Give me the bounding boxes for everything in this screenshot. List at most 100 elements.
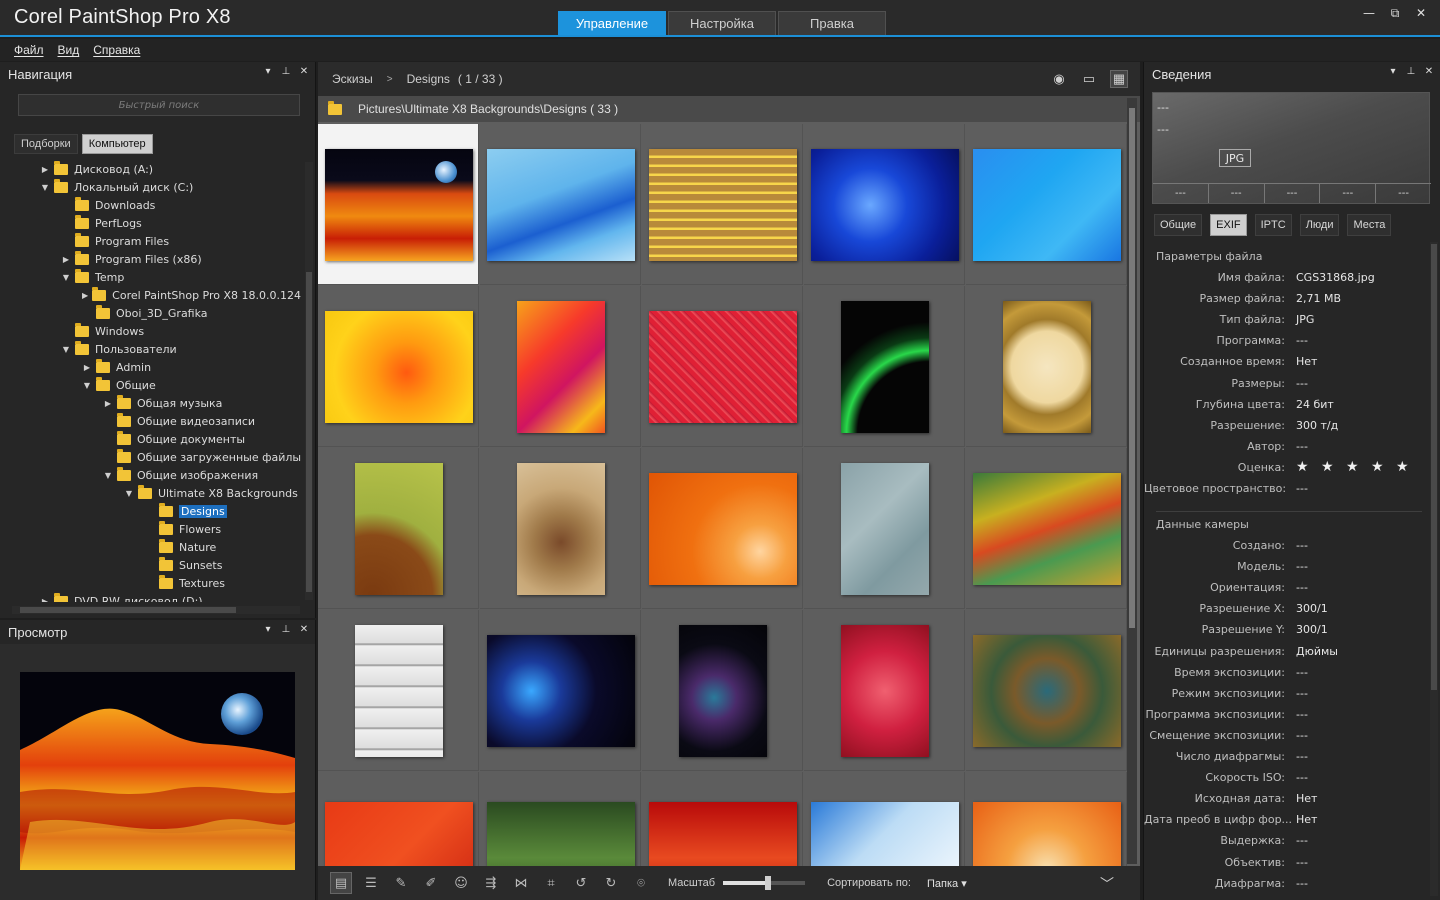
tree-item[interactable]: Общие документы [0,430,304,448]
tree-item[interactable]: Nature [0,538,304,556]
thumbnail-cell[interactable] [318,448,479,609]
tab-exif[interactable]: EXIF [1210,214,1247,236]
menu-file[interactable]: Файл [14,43,44,57]
tree-item[interactable]: Sunsets [0,556,304,574]
tab-iptc[interactable]: IPTC [1254,214,1292,236]
tree-item[interactable]: Flowers [0,520,304,538]
tab-manage[interactable]: Управление [558,11,666,35]
camera-icon[interactable]: ⌾ [630,872,652,894]
close-icon[interactable]: ✕ [299,624,309,635]
list-view-icon[interactable]: ☰ [360,872,382,894]
brush-icon[interactable]: ✎ [390,872,412,894]
thumbnail-cell[interactable] [642,772,803,866]
tree-item[interactable]: Program Files [0,232,304,250]
thumbnail-cell[interactable] [966,124,1127,285]
collapsed-arrow-icon[interactable]: ▶ [61,255,71,264]
scroll-thumb[interactable] [1129,108,1135,628]
thumbnail-cell[interactable] [642,286,803,447]
thumbnail-cell[interactable] [966,286,1127,447]
scroll-thumb[interactable] [20,607,236,613]
collapsed-arrow-icon[interactable]: ▶ [82,291,88,300]
tree-scrollbar-vertical[interactable] [305,162,313,600]
rating-stars[interactable]: ★ ★ ★ ★ ★ [1296,459,1413,475]
thumbnail-cell[interactable] [480,286,641,447]
collapsed-arrow-icon[interactable]: ▶ [82,363,92,372]
thumbnail-cell[interactable] [966,448,1127,609]
close-icon[interactable]: ✕ [1424,66,1434,77]
thumbnail-cell[interactable] [480,772,641,866]
zoom-slider-handle[interactable] [765,876,772,890]
tab-people[interactable]: Люди [1299,214,1340,236]
breadcrumb-thumbnails[interactable]: Эскизы [332,72,373,86]
collapsed-arrow-icon[interactable]: ▶ [40,597,50,603]
zoom-slider[interactable] [723,876,806,890]
thumbnail-cell[interactable] [480,124,641,285]
tree-scrollbar-horizontal[interactable] [12,606,300,614]
tree-item[interactable]: ▼ Общие [0,376,304,394]
thumbnail-cell[interactable] [642,610,803,771]
tree-item[interactable]: Windows [0,322,304,340]
info-scrollbar[interactable] [1430,242,1438,896]
thumbnail-cell[interactable] [642,124,803,285]
tree-item[interactable]: PerfLogs [0,214,304,232]
expanded-arrow-icon[interactable]: ▼ [61,273,71,282]
thumbnail-cell[interactable] [804,124,965,285]
expanded-arrow-icon[interactable]: ▼ [124,489,134,498]
collapsed-arrow-icon[interactable]: ▶ [103,399,113,408]
tree-item[interactable]: ▶ Program Files (x86) [0,250,304,268]
chevron-down-icon[interactable]: ﹀ [1100,874,1114,894]
tree-item[interactable]: ▼ Ultimate X8 Backgrounds [0,484,304,502]
preview-mode-icon[interactable]: ▭ [1080,70,1098,88]
tree-item[interactable]: ▶ DVD RW дисковод (D:) [0,592,304,602]
scroll-thumb[interactable] [306,272,312,592]
thumbnail-cell[interactable] [480,448,641,609]
thumbnail-cell[interactable] [480,610,641,771]
globe-icon[interactable]: ◉ [1050,70,1068,88]
browser-scrollbar[interactable] [1127,98,1137,864]
thumbnail-cell[interactable] [318,286,479,447]
thumbnail-cell[interactable] [318,772,479,866]
pen-icon[interactable]: ✐ [420,872,442,894]
capture-icon[interactable]: ⌗ [540,872,562,894]
thumbnail-cell[interactable] [318,124,479,285]
tree-item[interactable]: Oboi_3D_Grafika [0,304,304,322]
menu-help[interactable]: Справка [93,43,140,57]
tree-item[interactable]: Общие загруженные файлы [0,448,304,466]
tree-item[interactable]: ▼ Общие изображения [0,466,304,484]
close-button[interactable]: ✕ [1408,4,1434,22]
quick-search-input[interactable]: Быстрый поиск [18,94,300,116]
pin-icon[interactable]: ⊥ [281,66,291,77]
tree-item[interactable]: ▶ Дисковод (A:) [0,160,304,178]
tab-edit[interactable]: Правка [778,11,886,35]
batch-icon[interactable]: ⇶ [480,872,502,894]
tree-item[interactable]: ▼ Temp [0,268,304,286]
rotate-right-icon[interactable]: ↻ [600,872,622,894]
tree-item[interactable]: Designs [0,502,304,520]
minimize-button[interactable]: — [1356,4,1382,22]
tab-general[interactable]: Общие [1154,214,1203,236]
thumbnail-cell[interactable] [642,448,803,609]
thumbnail-cell[interactable] [318,610,479,771]
scroll-thumb[interactable] [1431,244,1437,690]
tree-item[interactable]: ▶ Общая музыка [0,394,304,412]
tab-places[interactable]: Места [1347,214,1392,236]
tab-adjust[interactable]: Настройка [668,11,776,35]
tree-item[interactable]: ▼ Пользователи [0,340,304,358]
panel-menu-icon[interactable]: ▾ [263,624,273,635]
thumbnail-cell[interactable] [804,286,965,447]
thumbnail-cell[interactable] [804,448,965,609]
collapsed-arrow-icon[interactable]: ▶ [40,165,50,174]
expanded-arrow-icon[interactable]: ▼ [103,471,113,480]
tab-collections[interactable]: Подборки [14,134,78,154]
breadcrumb-folder[interactable]: Designs [407,72,450,86]
tree-item[interactable]: Downloads [0,196,304,214]
pin-icon[interactable]: ⊥ [281,624,291,635]
tree-item[interactable]: ▼ Локальный диск (C:) [0,178,304,196]
panel-menu-icon[interactable]: ▾ [263,66,273,77]
thumbnail-grid-icon[interactable]: ▦ [1110,70,1128,88]
expanded-arrow-icon[interactable]: ▼ [82,381,92,390]
thumbnail-cell[interactable] [804,772,965,866]
expanded-arrow-icon[interactable]: ▼ [40,183,50,192]
organizer-panel-icon[interactable]: ▤ [330,872,352,894]
tree-item[interactable]: ▶ Corel PaintShop Pro X8 18.0.0.124 + [0,286,304,304]
